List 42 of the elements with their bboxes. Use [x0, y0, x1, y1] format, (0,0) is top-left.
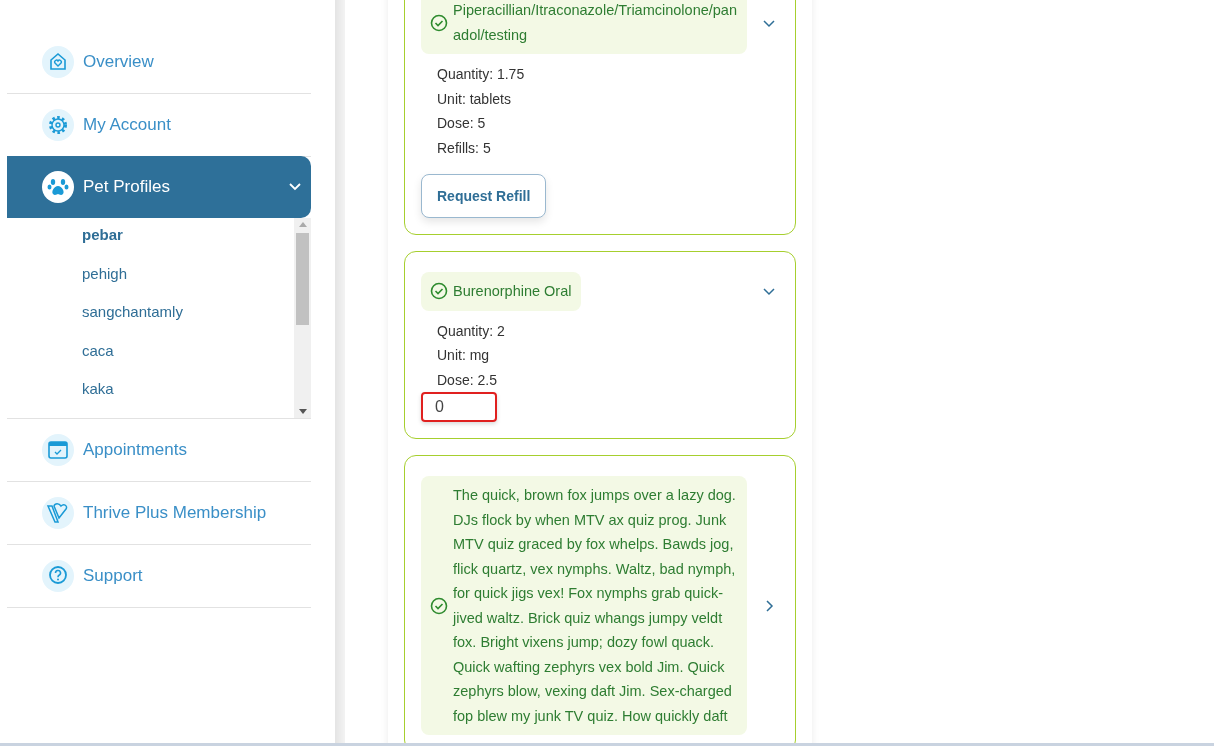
- paw-icon: [42, 171, 74, 203]
- nav-item[interactable]: Overview: [7, 31, 311, 94]
- nav-item[interactable]: Appointments: [7, 419, 311, 482]
- refills-input-field[interactable]: 0: [421, 392, 497, 422]
- settings-icon: [42, 109, 74, 141]
- detail-text: Dose: 5: [437, 114, 487, 133]
- check-circle-icon: [430, 13, 448, 32]
- nav-label: Support: [83, 566, 144, 586]
- nav-label: Thrive Plus Membership: [83, 503, 268, 523]
- nav-item[interactable]: Pet Profiles: [7, 156, 311, 218]
- medication-name: The quick, brown fox jumps over a lazy dog. DJs flock by when MTV ax quiz prog. Junk MTV quiz graced by fox whelps. Bawds jog, flick quartz, vex nymphs. Waltz, bad nymph, for quick jigs vex! Fox nymphs grab quick-jived waltz. Brick quiz whangs jumpy veldt fox. Bright vixens jump; dozy fowl quack. Quick wafting zephyrs vex bold Jim. Quick zephyrs blow, vexing daft Jim. Sex-charged fop blew my junk TV quiz. How quickly daft: [453, 486, 737, 726]
- detail-text: Quantity: 2: [437, 321, 506, 341]
- nav-label: Appointments: [83, 440, 188, 460]
- pet-item[interactable]: kaka: [82, 380, 294, 419]
- heart-logo-icon: [42, 497, 74, 529]
- pet-item[interactable]: pehigh: [82, 264, 294, 303]
- nav-label: My Account: [83, 115, 172, 135]
- scrollbar[interactable]: [294, 218, 311, 418]
- medication-name-tag[interactable]: Piperacillian/Itraconazole/Triamcinolone/panadol/testing: [421, 0, 747, 54]
- medication-name: Piperacillian/Itraconazole/Triamcinolone/panadol/testing: [453, 1, 738, 45]
- check-circle-icon: [430, 282, 448, 301]
- detail-text: Unit: tablets: [437, 89, 512, 109]
- check-circle-icon: [430, 596, 448, 615]
- detail-text: Refills: 5: [437, 138, 492, 158]
- detail-text: Dose: 2.5: [437, 370, 498, 390]
- pet-item[interactable]: sangchantamly: [82, 303, 294, 342]
- scroll-down-icon[interactable]: [298, 409, 307, 414]
- nav-item[interactable]: Thrive Plus Membership: [7, 482, 311, 545]
- pet-item[interactable]: pebar: [82, 226, 294, 265]
- pet-item[interactable]: caca: [82, 341, 294, 380]
- medication-name: Burenorphine Oral: [453, 282, 572, 301]
- medication-name-tag[interactable]: Burenorphine Oral: [421, 272, 581, 311]
- calendar-icon: [42, 434, 74, 466]
- detail-text: Unit: mg: [437, 346, 491, 365]
- home-icon: [42, 46, 74, 78]
- request-refill-button[interactable]: Request Refill: [421, 174, 547, 218]
- nav-label: Pet Profiles: [83, 177, 171, 197]
- medication-name-tag[interactable]: [421, 476, 747, 735]
- nav-label: Overview: [83, 52, 155, 72]
- detail-text: Quantity: 1.75: [437, 65, 526, 84]
- nav-item[interactable]: Support: [7, 545, 311, 608]
- help-icon: [42, 560, 74, 592]
